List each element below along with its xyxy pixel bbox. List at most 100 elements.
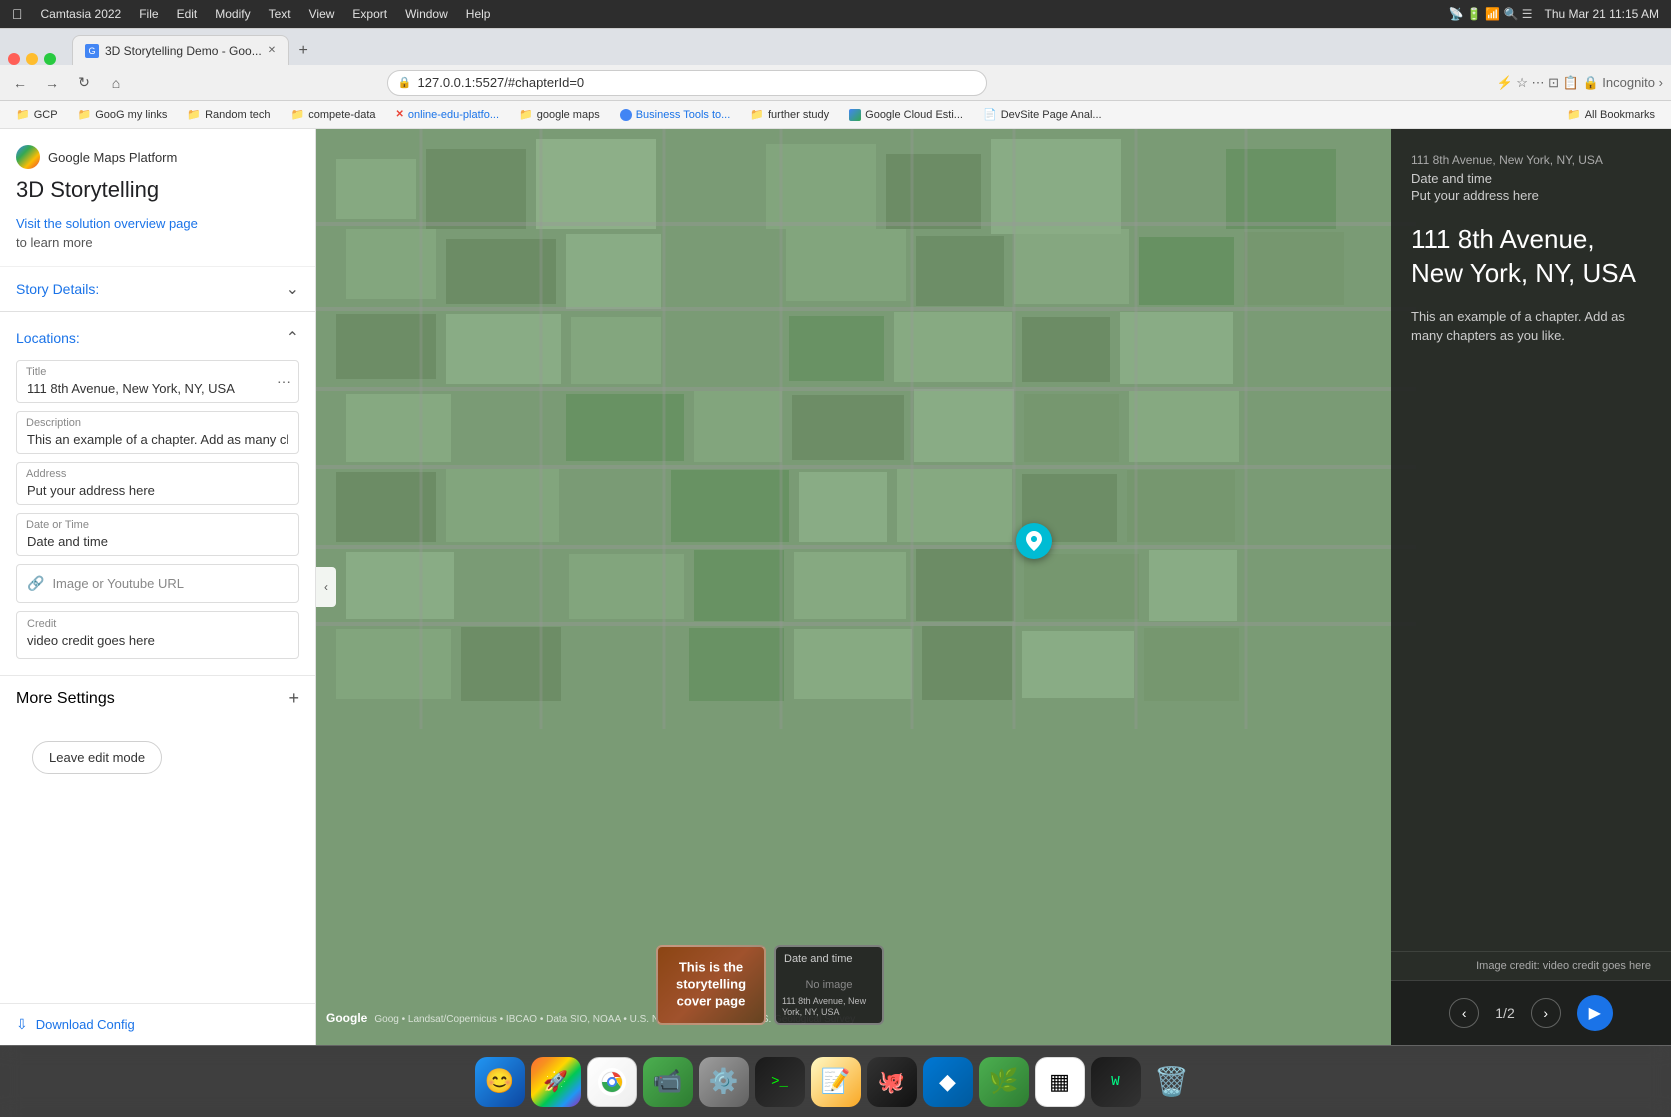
bookmark-compete-data[interactable]: 📁 compete-data xyxy=(283,104,384,126)
dock-facetime[interactable]: 📹 xyxy=(643,1057,693,1107)
view-menu[interactable]: View xyxy=(309,7,335,21)
bookmark-gcloud-esti[interactable]: Google Cloud Esti... xyxy=(841,104,971,126)
thumb-chapter-address: 111 8th Avenue, NewYork, NY, USA xyxy=(782,996,866,1019)
apple-menu[interactable]:  xyxy=(12,6,23,22)
bookmark-business-tools[interactable]: Business Tools to... xyxy=(612,104,739,126)
bookmark-devsite[interactable]: 📄 DevSite Page Anal... xyxy=(975,104,1110,126)
bookmark-icon: 📁 xyxy=(519,108,533,121)
window-menu[interactable]: Window xyxy=(405,7,448,21)
thumb-cover-text: This is the storytelling cover page xyxy=(672,956,750,1015)
story-details-section[interactable]: Story Details: ⌄ xyxy=(0,267,315,312)
help-menu[interactable]: Help xyxy=(466,7,491,21)
tab-close-icon[interactable]: ✕ xyxy=(268,45,276,56)
prev-chapter-button[interactable]: ‹ xyxy=(1449,998,1479,1028)
export-menu[interactable]: Export xyxy=(352,7,387,21)
bookmark-icon: 📁 xyxy=(750,108,764,121)
map-area[interactable]: ‹ Google Goog • Landsat/Copernicus • IBC… xyxy=(316,129,1671,1045)
finder-icon: 😊 xyxy=(485,1067,515,1096)
app-title: 3D Storytelling xyxy=(16,177,299,203)
edit-menu[interactable]: Edit xyxy=(177,7,198,21)
thumb-chapter-label: Date and time xyxy=(784,953,852,965)
locations-section: Locations: ⌃ Title ⋯ Description Address xyxy=(0,312,315,675)
info-description: This an example of a chapter. Add as man… xyxy=(1411,307,1651,346)
more-settings-label: More Settings xyxy=(16,690,115,708)
bookmark-icon: 📄 xyxy=(983,108,997,121)
google-logo-text: Google xyxy=(326,1011,367,1025)
title-label: Title xyxy=(26,366,46,378)
bookmark-folder-icon: 📁 xyxy=(1567,108,1581,121)
thumbnail-chapter[interactable]: Date and time No image 111 8th Avenue, N… xyxy=(774,945,884,1025)
download-config-button[interactable]: ⇩ Download Config xyxy=(0,1003,315,1045)
more-settings-section[interactable]: More Settings + xyxy=(0,675,315,721)
new-tab-button[interactable]: + xyxy=(289,37,317,65)
dock-green-app[interactable]: 🌿 xyxy=(979,1057,1029,1107)
active-tab[interactable]: G 3D Storytelling Demo - Goo... ✕ xyxy=(72,35,289,65)
leave-edit-button[interactable]: Leave edit mode xyxy=(32,741,162,774)
vscode-icon: ◆ xyxy=(939,1069,956,1095)
title-options-icon[interactable]: ⋯ xyxy=(277,373,291,390)
play-button[interactable]: ▶ xyxy=(1577,995,1613,1031)
modify-menu[interactable]: Modify xyxy=(215,7,250,21)
forward-button[interactable]: → xyxy=(40,71,64,95)
info-panel-top: 111 8th Avenue, New York, NY, USA Date a… xyxy=(1391,129,1671,951)
bookmark-gcp[interactable]: 📁 GCP xyxy=(8,104,66,126)
map-pin[interactable] xyxy=(1016,523,1052,559)
info-panel: 111 8th Avenue, New York, NY, USA Date a… xyxy=(1391,129,1671,1045)
main-content: Google Maps Platform 3D Storytelling Vis… xyxy=(0,129,1671,1045)
file-menu[interactable]: File xyxy=(139,7,158,21)
lock-icon: 🔒 xyxy=(398,76,412,89)
info-title-large: 111 8th Avenue, New York, NY, USA xyxy=(1411,223,1651,291)
gcloud-icon xyxy=(849,109,861,121)
bookmark-online-edu[interactable]: ✕ online-edu-platfo... xyxy=(388,104,508,126)
thumbnails-bar: This is the storytelling cover page Date… xyxy=(656,945,1381,1025)
url-field[interactable]: 🔗 Image or Youtube URL xyxy=(16,564,299,603)
address-label: Address xyxy=(26,468,66,480)
dock-qr[interactable]: ▦ xyxy=(1035,1057,1085,1107)
close-button[interactable] xyxy=(8,53,20,65)
url-bar[interactable]: 🔒 127.0.0.1:5527/#chapterId=0 xyxy=(387,70,987,96)
dock-chrome[interactable] xyxy=(587,1057,637,1107)
bookmark-goog-links[interactable]: 📁 GooG my links xyxy=(70,104,176,126)
info-date: Date and time xyxy=(1411,171,1651,186)
description-field: Description xyxy=(16,411,299,454)
mac-menubar:  Camtasia 2022 File Edit Modify Text Vi… xyxy=(0,0,1671,28)
bookmark-google-maps[interactable]: 📁 google maps xyxy=(511,104,608,126)
launchpad-icon: 🚀 xyxy=(543,1069,568,1094)
google-maps-logo-icon xyxy=(16,145,40,169)
reload-button[interactable]: ↻ xyxy=(72,71,96,95)
locations-chevron: ⌃ xyxy=(286,328,299,348)
mac-icons: 📡 🔋 📶 🔍 ☰ xyxy=(1449,7,1533,21)
dock-terminal[interactable]: >_ xyxy=(755,1057,805,1107)
dock-notes[interactable]: 📝 xyxy=(811,1057,861,1107)
minimize-button[interactable] xyxy=(26,53,38,65)
bookmark-all[interactable]: 📁 All Bookmarks xyxy=(1559,104,1663,126)
visit-overview-link[interactable]: Visit the solution overview page xyxy=(16,216,198,231)
mac-time: Thu Mar 21 11:15 AM xyxy=(1544,7,1659,21)
address-bar: ← → ↻ ⌂ 🔒 127.0.0.1:5527/#chapterId=0 ⚡ … xyxy=(0,65,1671,101)
home-button[interactable]: ⌂ xyxy=(104,71,128,95)
dock-github[interactable]: 🐙 xyxy=(867,1057,917,1107)
locations-title[interactable]: Locations: ⌃ xyxy=(16,328,299,348)
dock-trash[interactable]: 🗑️ xyxy=(1147,1057,1197,1107)
green-app-icon: 🌿 xyxy=(989,1067,1019,1096)
dock-vs-code[interactable]: ◆ xyxy=(923,1057,973,1107)
collapse-sidebar-button[interactable]: ‹ xyxy=(316,567,336,607)
bookmark-icon: 📁 xyxy=(16,108,30,121)
dock-system-prefs[interactable]: ⚙️ xyxy=(699,1057,749,1107)
datetime-label: Date or Time xyxy=(26,519,89,531)
maximize-button[interactable] xyxy=(44,53,56,65)
dock-launchpad[interactable]: 🚀 xyxy=(531,1057,581,1107)
dock-finder[interactable]: 😊 xyxy=(475,1057,525,1107)
bookmark-further-study[interactable]: 📁 further study xyxy=(742,104,837,126)
bookmark-icon: 📁 xyxy=(78,108,92,121)
bookmark-random-tech[interactable]: 📁 Random tech xyxy=(179,104,278,126)
next-chapter-button[interactable]: › xyxy=(1531,998,1561,1028)
camtasia-menu[interactable]: Camtasia 2022 xyxy=(41,7,122,21)
thumbnail-cover[interactable]: This is the storytelling cover page xyxy=(656,945,766,1025)
title-input[interactable] xyxy=(16,360,299,403)
qr-icon: ▦ xyxy=(1049,1069,1070,1095)
back-button[interactable]: ← xyxy=(8,71,32,95)
text-menu[interactable]: Text xyxy=(269,7,291,21)
gmp-logo: Google Maps Platform xyxy=(16,145,299,169)
dock-wakatime[interactable]: W xyxy=(1091,1057,1141,1107)
